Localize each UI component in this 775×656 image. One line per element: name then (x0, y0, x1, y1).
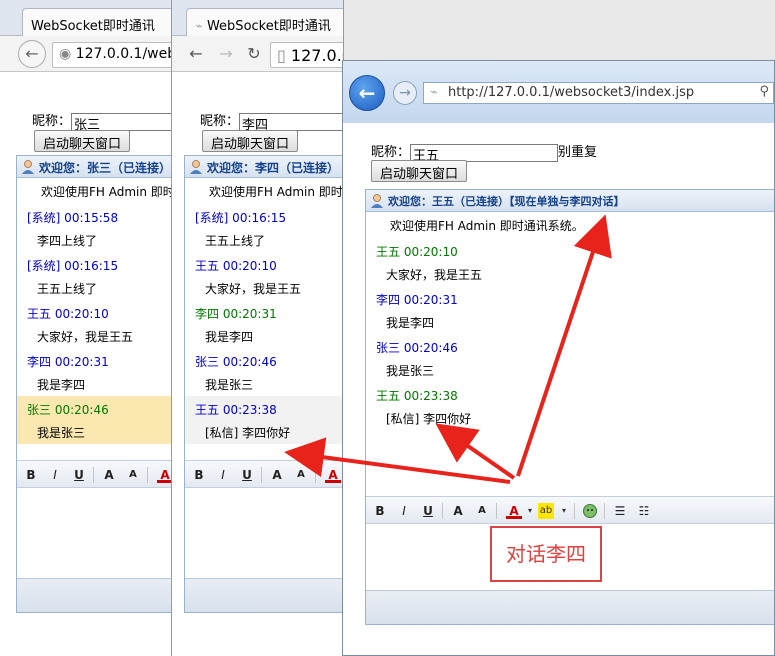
annotation-arrows (284, 214, 612, 484)
callout-box: 对话李四 (490, 526, 602, 582)
arrow-to-private-message (435, 423, 516, 480)
arrow-to-header (516, 214, 612, 477)
arrow-to-received-message (284, 437, 511, 484)
